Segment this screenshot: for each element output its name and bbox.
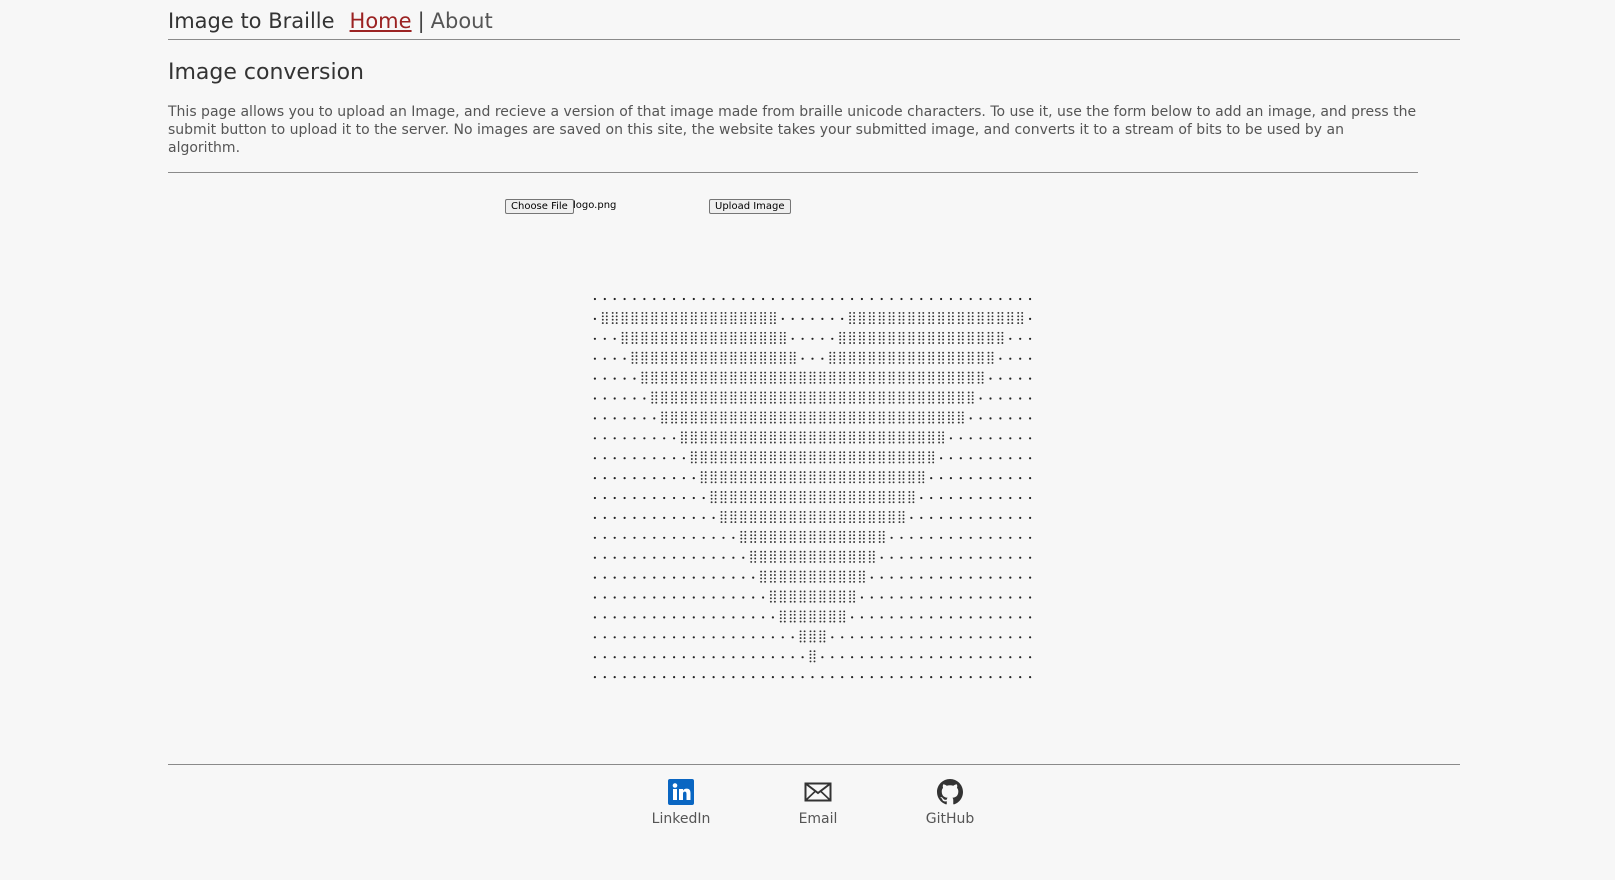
selected-file-name: logo.png: [573, 200, 617, 211]
envelope-icon: [778, 779, 858, 805]
linkedin-icon: [641, 779, 721, 805]
navbar: Image to Braille Home | About: [168, 0, 1460, 40]
linkedin-label: LinkedIn: [651, 811, 711, 827]
footer-linkedin-link[interactable]: LinkedIn: [641, 779, 721, 827]
footer-github-link[interactable]: GitHub: [910, 779, 990, 827]
braille-image: [593, 297, 1032, 679]
upload-image-button[interactable]: Upload Image: [709, 199, 791, 214]
page-title: Image conversion: [168, 60, 364, 85]
site-brand: Image to Braille: [168, 9, 335, 33]
intro-text: This page allows you to upload an Image,…: [168, 103, 1418, 173]
upload-form: Choose File logo.png Upload Image: [505, 199, 805, 215]
github-icon: [910, 779, 990, 805]
page-container: Image to Braille Home | About Image conv…: [168, 0, 1460, 173]
footer-email-link[interactable]: Email: [778, 779, 858, 827]
email-label: Email: [798, 811, 838, 827]
nav-about-link[interactable]: About: [431, 3, 493, 39]
braille-output: [590, 297, 1035, 695]
nav-separator: |: [417, 9, 425, 33]
github-label: GitHub: [925, 811, 975, 827]
choose-file-button[interactable]: Choose File: [505, 199, 574, 214]
nav-home-link[interactable]: Home: [350, 3, 412, 39]
footer: LinkedIn Email GitHub: [168, 764, 1460, 827]
